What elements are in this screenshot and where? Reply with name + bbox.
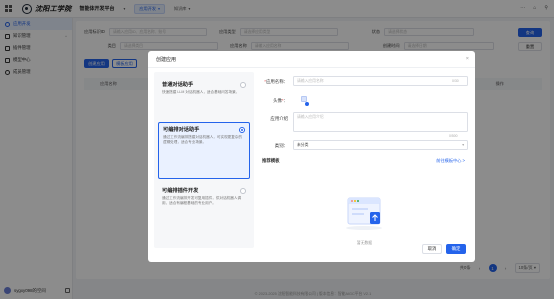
template-center-link[interactable]: 前往模板中心 > xyxy=(436,158,465,164)
app-type-title: 可编排对话助手 xyxy=(163,127,200,133)
app-type-title: 可编排插件开发 xyxy=(162,188,199,194)
app-name-label: *应用名称： xyxy=(264,79,288,84)
label-text: 头像 xyxy=(273,98,282,103)
category-label: 类别： xyxy=(274,143,288,148)
confirm-button[interactable]: 确定 xyxy=(446,244,466,254)
label-text: 类别 xyxy=(274,143,284,148)
app-intro-textarea[interactable]: 请输入应用介绍 xyxy=(293,112,468,132)
app-type-basic-chat[interactable]: 普通对话助手 快速搭建 LLM 对话机器人，适合基础问答场景。 xyxy=(158,78,250,118)
chevron-down-icon: ▾ xyxy=(462,143,464,147)
image-label: 头像*： xyxy=(273,98,288,103)
category-select[interactable]: 未分类 ▾ xyxy=(293,140,468,150)
app-name-input[interactable]: 请输入应用名称 xyxy=(293,76,468,86)
app-type-workflow-plugin[interactable]: 可编排插件开发 通过工作流编排开发可复用插件，供对话机器人调用，适合有编程基础的… xyxy=(158,184,250,230)
radio-selected[interactable] xyxy=(239,127,245,133)
app-type-desc: 通过工作流编排开发可复用插件，供对话机器人调用，适合有编程基础的专业用户。 xyxy=(162,196,242,205)
app-type-desc: 通过工作流编排搭建对话机器人，可实现更复杂的逻辑处理，适合专业场景。 xyxy=(163,135,243,144)
radio-unselected[interactable] xyxy=(240,188,246,194)
app-type-desc: 快速搭建 LLM 对话机器人，适合基础问答场景。 xyxy=(162,90,240,94)
close-icon[interactable]: × xyxy=(466,56,469,62)
upload-badge-icon xyxy=(305,102,309,106)
app-type-workflow-chat[interactable]: 可编排对话助手 通过工作流编排搭建对话机器人，可实现更复杂的逻辑处理，适合专业场… xyxy=(158,122,250,179)
app-intro-label: 应用介绍 xyxy=(270,116,288,121)
app-type-list: 普通对话助手 快速搭建 LLM 对话机器人，适合基础问答场景。 可编排对话助手 … xyxy=(154,72,254,248)
empty-box-icon xyxy=(346,197,382,230)
app-type-title: 普通对话助手 xyxy=(162,82,194,88)
recommended-templates-heading: 推荐模板 xyxy=(262,158,280,163)
app-name-counter: 0/30 xyxy=(452,79,459,83)
empty-state: 暂无数据 xyxy=(262,166,467,288)
radio-unselected[interactable] xyxy=(240,82,246,88)
label-text: 应用名称 xyxy=(266,79,284,84)
modal-divider xyxy=(148,67,475,68)
cancel-button[interactable]: 取消 xyxy=(422,244,442,254)
modal-title: 创建应用 xyxy=(156,57,177,63)
create-app-modal: 创建应用 × 普通对话助手 快速搭建 LLM 对话机器人，适合基础问答场景。 可… xyxy=(148,51,475,262)
category-value: 未分类 xyxy=(297,143,309,147)
app-intro-counter: 0/500 xyxy=(449,134,458,138)
